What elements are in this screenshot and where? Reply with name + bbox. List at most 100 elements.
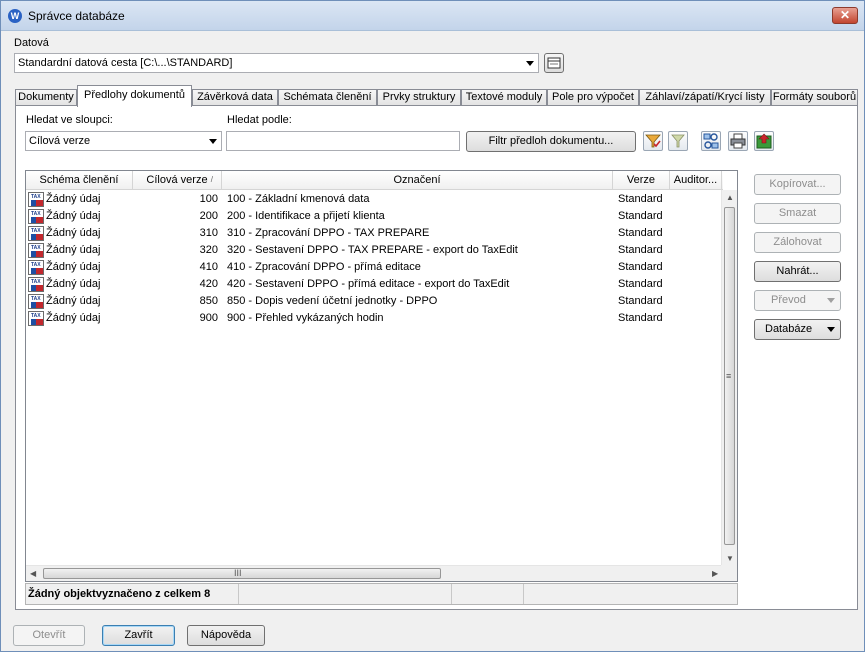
- cell-name: 200 - Identifikace a přijetí klienta: [227, 210, 385, 222]
- status-bar: Žádný objektvyznačeno z celkem 8: [25, 583, 738, 605]
- funnel-check-icon: [645, 134, 661, 148]
- data-path-browse-button[interactable]: [544, 53, 564, 73]
- transfer-button[interactable]: Převod: [754, 290, 841, 311]
- cell-schema: TAX Žádný údaj: [26, 293, 133, 310]
- table-row[interactable]: TAX Žádný údaj 310 310 - Zpracování DPPO - …: [26, 225, 723, 242]
- status-segment: [239, 584, 452, 604]
- search-by-label: Hledat podle:: [227, 114, 292, 126]
- vertical-scrollbar[interactable]: ▲ ≡ ▼: [721, 190, 737, 566]
- grip-icon: III: [234, 568, 242, 578]
- database-menu-button[interactable]: Databáze: [754, 319, 841, 340]
- cell-version: Standard: [618, 295, 663, 307]
- tab-zaverkova-data[interactable]: Závěrková data: [192, 89, 278, 106]
- data-path-value: Standardní datová cesta [C:\...\STANDARD…: [18, 57, 233, 69]
- table-row[interactable]: TAX Žádný údaj 900 900 - Přehled vykázaných…: [26, 310, 723, 327]
- cell-schema: TAX Žádný údaj: [26, 310, 133, 327]
- horizontal-scroll-thumb[interactable]: III: [43, 568, 441, 579]
- table-row[interactable]: TAX Žádný údaj 420 420 - Sestavení DPPO - p…: [26, 276, 723, 293]
- datova-label: Datová: [14, 37, 49, 49]
- window-close-button[interactable]: ✕: [832, 7, 858, 24]
- scroll-left-icon[interactable]: ◀: [30, 569, 36, 578]
- column-header-auditor[interactable]: Auditor...: [670, 171, 722, 190]
- tax-document-icon: TAX: [28, 311, 44, 326]
- delete-button[interactable]: Smazat: [754, 203, 841, 224]
- open-button[interactable]: Otevřít: [13, 625, 85, 646]
- cell-version: Standard: [618, 210, 663, 222]
- cell-target-version: 420: [199, 278, 218, 290]
- column-header-target-version[interactable]: Cílová verze /: [133, 171, 222, 190]
- tax-document-icon: TAX: [28, 260, 44, 275]
- cell-auditor: [674, 293, 722, 310]
- tab-prvky-struktury[interactable]: Prvky struktury: [377, 89, 461, 106]
- vertical-scroll-thumb[interactable]: ≡: [724, 207, 735, 545]
- cell-auditor: [674, 242, 722, 259]
- table-row[interactable]: TAX Žádný údaj 200 200 - Identifikace a při…: [26, 208, 723, 225]
- tab-schemata-cleneni[interactable]: Schémata členění: [278, 89, 377, 106]
- template-filter-button[interactable]: Filtr předloh dokumentu...: [466, 131, 636, 152]
- cell-schema: TAX Žádný údaj: [26, 276, 133, 293]
- horizontal-scrollbar[interactable]: ◀ III ▶: [26, 565, 723, 581]
- templates-table: Schéma členění Cílová verze / Označení V…: [25, 170, 738, 582]
- help-button[interactable]: Nápověda: [187, 625, 265, 646]
- chevron-down-icon: [209, 139, 217, 144]
- link-button[interactable]: [701, 131, 721, 151]
- cell-target-version: 200: [199, 210, 218, 222]
- column-header-version[interactable]: Verze: [613, 171, 670, 190]
- search-column-value: Cílová verze: [29, 135, 91, 147]
- cell-name: 900 - Přehled vykázaných hodin: [227, 312, 384, 324]
- tax-document-icon: TAX: [28, 243, 44, 258]
- cell-version: Standard: [618, 261, 663, 273]
- search-column-select[interactable]: Cílová verze: [25, 131, 222, 151]
- window-list-icon: [547, 57, 561, 69]
- scroll-right-icon[interactable]: ▶: [712, 569, 718, 578]
- filter-clear-button[interactable]: [668, 131, 688, 151]
- cell-auditor: [674, 310, 722, 327]
- cell-schema: TAX Žádný údaj: [26, 225, 133, 242]
- table-row[interactable]: TAX Žádný údaj 410 410 - Zpracování DPPO - …: [26, 259, 723, 276]
- app-logo-icon: W: [8, 9, 22, 23]
- close-button[interactable]: Zavřít: [102, 625, 175, 646]
- backup-button[interactable]: Zálohovat: [754, 232, 841, 253]
- tab-dokumenty[interactable]: Dokumenty: [15, 89, 77, 106]
- copy-button[interactable]: Kopírovat...: [754, 174, 841, 195]
- tax-document-icon: TAX: [28, 294, 44, 309]
- tab-predlohy-dokumentu[interactable]: Předlohy dokumentů: [77, 85, 192, 107]
- cell-target-version: 310: [199, 227, 218, 239]
- tax-document-icon: TAX: [28, 192, 44, 207]
- title-bar: W Správce databáze ✕: [1, 1, 864, 31]
- table-row[interactable]: TAX Žádný údaj 850 850 - Dopis vedení účetn…: [26, 293, 723, 310]
- cell-schema: TAX Žádný údaj: [26, 259, 133, 276]
- cell-auditor: [674, 225, 722, 242]
- cell-schema: TAX Žádný údaj: [26, 208, 133, 225]
- tab-pole-pro-vypocet[interactable]: Pole pro výpočet: [547, 89, 639, 106]
- table-row[interactable]: TAX Žádný údaj 320 320 - Sestavení DPPO - T…: [26, 242, 723, 259]
- scroll-down-icon[interactable]: ▼: [726, 554, 734, 563]
- tax-document-icon: TAX: [28, 226, 44, 241]
- search-input[interactable]: [226, 131, 460, 151]
- table-row[interactable]: TAX Žádný údaj 100 100 - Základní kmenová d…: [26, 191, 723, 208]
- print-button[interactable]: [728, 131, 748, 151]
- table-header: Schéma členění Cílová verze / Označení V…: [26, 171, 723, 190]
- cell-schema: TAX Žádný údaj: [26, 242, 133, 259]
- scroll-up-icon[interactable]: ▲: [726, 193, 734, 202]
- tab-textove-moduly[interactable]: Textové moduly: [461, 89, 547, 106]
- tax-document-icon: TAX: [28, 277, 44, 292]
- export-button[interactable]: [754, 131, 774, 151]
- tax-document-icon: TAX: [28, 209, 44, 224]
- column-header-schema[interactable]: Schéma členění: [26, 171, 133, 190]
- export-icon: [756, 133, 772, 149]
- cell-target-version: 320: [199, 244, 218, 256]
- tab-zahlavi-zapati[interactable]: Záhlaví/zápatí/Krycí listy: [639, 89, 771, 106]
- data-path-select[interactable]: Standardní datová cesta [C:\...\STANDARD…: [14, 53, 539, 73]
- search-column-label: Hledat ve sloupci:: [26, 114, 113, 126]
- cell-name: 320 - Sestavení DPPO - TAX PREPARE - exp…: [227, 244, 518, 256]
- tab-formaty-souboru[interactable]: Formáty souborů: [771, 89, 858, 106]
- chevron-down-icon: [827, 298, 835, 303]
- window-title: Správce databáze: [28, 9, 125, 23]
- column-header-name[interactable]: Označení: [222, 171, 613, 190]
- filter-apply-button[interactable]: [643, 131, 663, 151]
- cell-auditor: [674, 276, 722, 293]
- database-button-label: Databáze: [765, 323, 813, 335]
- cell-auditor: [674, 191, 722, 208]
- upload-button[interactable]: Nahrát...: [754, 261, 841, 282]
